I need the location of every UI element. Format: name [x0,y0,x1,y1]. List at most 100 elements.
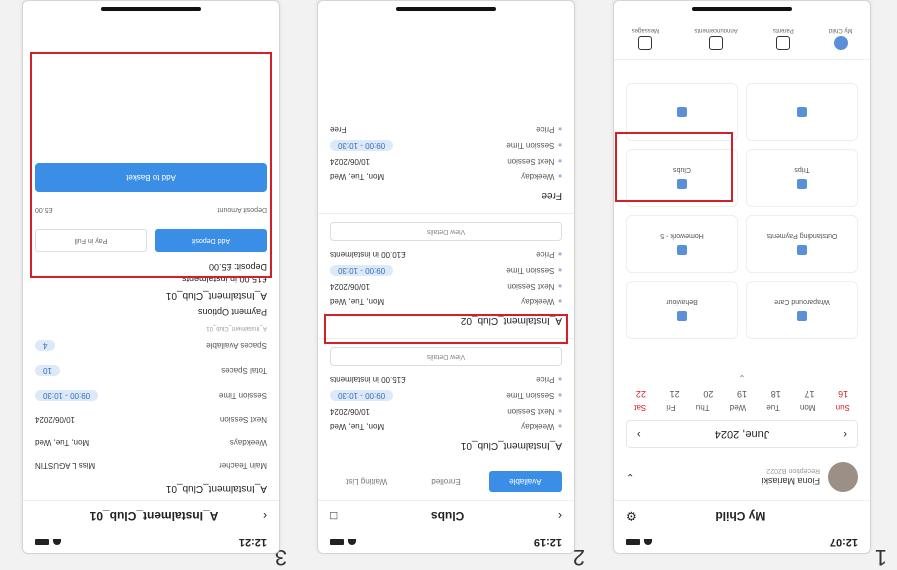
date-cell[interactable]: 22 [636,389,646,399]
detail-row: Spaces Available 4 [23,333,279,358]
chevron-left-icon[interactable]: ‹ [843,428,847,440]
child-profile[interactable]: Fiona Mariaski Reception B2022 ⌄ [614,454,870,500]
nav-parents[interactable]: Parents [773,28,794,51]
tile-extra[interactable] [746,83,858,141]
basket-icon[interactable]: □ [330,509,337,523]
app-bar: My Child ⚙ [614,500,870,531]
price-value: Free [330,125,347,134]
month-label: June, 2024 [714,428,770,440]
session-time-label: Session Time [218,391,267,400]
view-details-button[interactable]: View Details [330,222,562,241]
phone-screen-my-child: 12:07 My Child ⚙ Fiona Mariaski Receptio… [613,0,871,554]
next-session-value: 10/06/2024 [330,407,371,416]
bell-icon [709,36,724,51]
weekday-label: Fri [666,403,676,412]
chevron-right-icon[interactable]: › [637,428,641,440]
tile-outstanding-payments[interactable]: Outstanding Payments [746,215,858,273]
nav-announcements[interactable]: Announcements [694,27,738,51]
spaces-available-value: 4 [35,340,56,351]
status-time: 12:07 [829,536,858,548]
highlight-view-details [324,314,568,344]
tab-enrolled[interactable]: Enrolled [409,471,482,492]
back-icon[interactable]: ‹ [263,509,267,523]
settings-icon[interactable]: ⚙ [626,509,637,523]
club-heading: A_Instalment_Club_01 [165,483,267,494]
spaces-available-label: Spaces Available [206,341,267,350]
price-value: £10.00 in instalments [330,250,406,259]
phone-screen-clubs: 12:19 ‹ Clubs □ Available Enrolled Waiti… [317,0,575,554]
nav-my-child[interactable]: My Child [829,28,852,51]
status-bar: 12:21 [23,531,279,553]
price-label: Price [536,125,562,134]
total-spaces-value: 10 [35,365,60,376]
homework-icon [677,245,687,256]
nav-label: My Child [829,27,853,34]
date-cell[interactable]: 17 [804,389,814,399]
date-cell[interactable]: 16 [838,389,848,399]
session-time-value: 09:00 - 10:30 [35,390,99,401]
child-icon [833,36,848,51]
view-details-button[interactable]: View Details [330,347,562,366]
date-cell[interactable]: 20 [703,389,713,399]
weekday-label: Sat [634,403,647,412]
chevron-down-icon[interactable]: ⌄ [626,472,634,483]
page-title: Clubs [430,509,465,523]
status-time: 12:19 [533,536,562,548]
date-cell[interactable]: 21 [670,389,680,399]
date-cell[interactable]: 18 [771,389,781,399]
child-name: Fiona Mariaski [761,476,820,487]
page-title: A_Instalment_Club_01 [89,509,219,523]
nav-label: Announcements [694,27,738,34]
wifi-icon [348,539,356,545]
weekday-label: Tue [766,403,780,412]
tab-waiting-list[interactable]: Waiting List [330,471,403,492]
app-bar: ‹ A_Instalment_Club_01 [23,500,279,531]
tile-homework[interactable]: Homework - 5 [626,215,738,273]
avatar [828,462,858,492]
bottom-nav: My Child Parents Announcements Messages [614,19,870,60]
next-session-label: Next Session [507,282,562,291]
weekday-row: Sun Mon Tue Wed Thu Fri Sat [614,401,870,414]
date-cell[interactable]: 19 [737,389,747,399]
wifi-icon [53,539,61,545]
parents-icon [776,36,791,51]
total-spaces-label: Total Spaces [221,366,267,375]
chevron-down-icon[interactable]: ⌄ [614,372,870,383]
app-icon [797,107,807,117]
detail-row: Weekdays Mon, Tue, Wed [23,431,279,454]
session-time-label: Session Time [506,141,562,150]
highlight-payment-options [30,52,272,278]
month-selector: ‹ June, 2024 › [626,420,858,448]
weekday-label: Weekday [521,172,562,181]
payment-options-title: Payment Options [197,307,267,317]
tile-label: Behaviour [666,298,698,306]
tile-wraparound-care[interactable]: Wraparound Care [746,281,858,339]
weekday-value: Mon, Tue, Wed [330,297,385,306]
tile-label: Outstanding Payments [766,232,838,240]
app-bar: ‹ Clubs □ [318,500,574,531]
battery-icon [330,539,344,545]
phone-screen-club-detail: 12:21 ‹ A_Instalment_Club_01 A_Instalmen… [22,0,280,554]
detail-row: Next Session 10/06/2024 [23,408,279,431]
tab-available[interactable]: Available [488,471,562,492]
detail-row: Session Time 09:00 - 10:30 [23,383,279,408]
weekdays-label: Weekdays [229,438,267,447]
weekday-label: Sun [835,403,850,412]
tile-label: Homework - 5 [660,232,704,240]
tile-behaviour[interactable]: Behaviour [626,281,738,339]
status-time: 12:21 [238,536,267,548]
nav-messages[interactable]: Messages [632,28,659,51]
page-title: My Child [715,509,766,523]
price-label: Price [536,375,562,384]
session-time-label: Session Time [506,391,562,400]
next-session-value: 10/06/2024 [330,157,371,166]
message-icon [638,36,653,51]
detail-row: Total Spaces 10 [23,358,279,383]
wifi-icon [644,539,652,545]
next-session-value: 10/06/2024 [330,282,371,291]
tile-label: Wraparound Care [774,298,830,306]
back-icon[interactable]: ‹ [558,509,562,523]
wraparound-icon [797,311,807,322]
tile-label: Trips [794,166,810,174]
tile-trips[interactable]: Trips [746,149,858,207]
